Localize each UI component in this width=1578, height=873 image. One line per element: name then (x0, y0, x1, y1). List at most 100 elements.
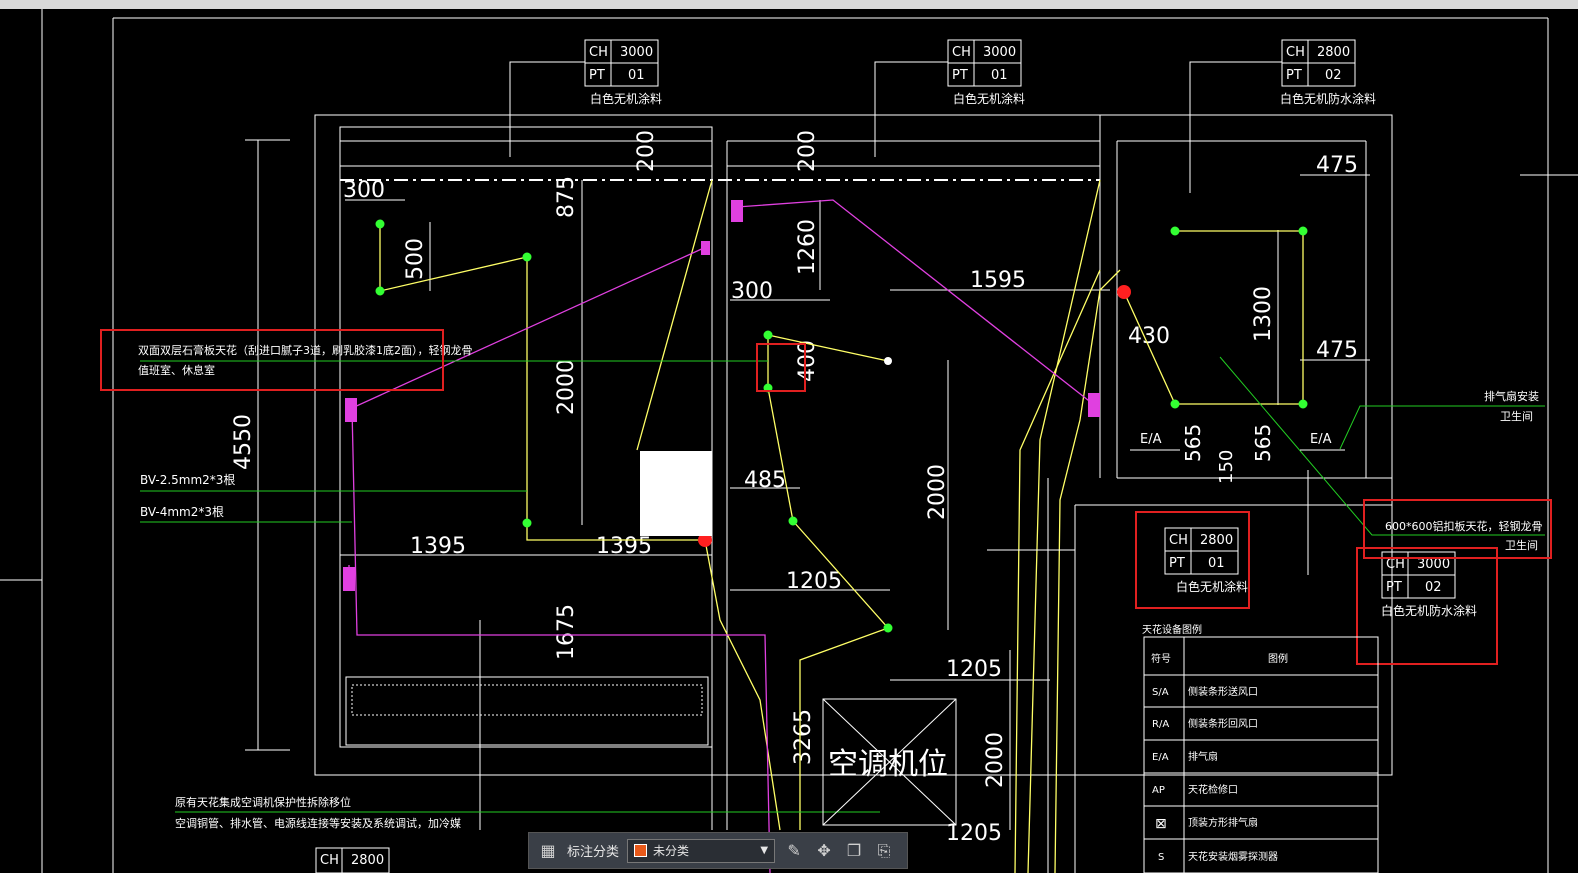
svg-text:符号: 符号 (1151, 652, 1171, 665)
alu-note-2: 卫生间 (1505, 538, 1538, 552)
svg-text:S: S (1158, 852, 1164, 863)
svg-text:白色无机涂料: 白色无机涂料 (1176, 579, 1248, 594)
ac-label: 空调机位 (828, 747, 948, 782)
dim-2000-a: 2000 (554, 359, 579, 415)
svg-text:⊠: ⊠ (1155, 816, 1167, 832)
svg-text:01: 01 (628, 68, 645, 83)
svg-text:白色无机防水涂料: 白色无机防水涂料 (1381, 603, 1477, 618)
dim-1595: 1595 (970, 268, 1026, 293)
svg-text:图例: 图例 (1268, 652, 1288, 665)
light-fixtures (343, 200, 1100, 591)
svg-text:R/A: R/A (1152, 719, 1169, 730)
legend-table: 天花设备图例 符号 图例 S/A 侧装条形送风口 R/A 侧装条形回风口 E/A… (1142, 623, 1379, 873)
svg-text:CH: CH (1286, 45, 1305, 60)
svg-text:01: 01 (991, 68, 1008, 83)
cad-drawing-canvas[interactable]: 300 500 875 200 200 1260 300 400 2000 45… (0, 9, 1578, 873)
annotation-toolbar: ▦ 标注分类 未分类 ▼ ✎ ✥ ❐ ⎘ (528, 832, 908, 869)
tag-5: CH 3000 PT 02 白色无机防水涂料 (1381, 551, 1477, 618)
svg-text:白色无机涂料: 白色无机涂料 (590, 91, 662, 106)
svg-text:2800: 2800 (1200, 533, 1233, 548)
tag-6: CH 2800 (315, 847, 390, 873)
dim-2000-c: 2000 (983, 732, 1008, 788)
dim-1205-a: 1205 (786, 569, 842, 594)
svg-text:白色无机防水涂料: 白色无机防水涂料 (1280, 91, 1376, 106)
category-selected: 未分类 (653, 844, 690, 858)
fan-note-1: 排气扇安装 (1484, 389, 1539, 403)
svg-text:PT: PT (589, 68, 605, 83)
paste-icon[interactable]: ⎘ (873, 840, 895, 862)
dim-1395-b: 1395 (596, 534, 652, 559)
svg-text:01: 01 (1208, 556, 1225, 571)
toolbar-label: 标注分类 (567, 845, 620, 860)
dim-200-a: 200 (634, 130, 659, 172)
bottom-note-2: 空调铜管、排水管、电源线连接等安装及系统调试，加冷媒 (175, 816, 461, 830)
white-block (640, 451, 712, 536)
dim-1395-a: 1395 (410, 534, 466, 559)
svg-text:PT: PT (1169, 556, 1185, 571)
alu-note-1: 600*600铝扣板天花，轻钢龙骨 (1385, 519, 1543, 533)
svg-text:天花安装烟雾探测器: 天花安装烟雾探测器 (1188, 850, 1278, 863)
dim-300-a: 300 (343, 178, 385, 203)
dim-485: 485 (744, 468, 786, 493)
dim-300-b: 300 (731, 279, 773, 304)
svg-text:2800: 2800 (1317, 45, 1350, 60)
svg-text:侧装条形回风口: 侧装条形回风口 (1188, 717, 1258, 730)
ea-label-2: E/A (1310, 432, 1332, 447)
svg-text:3000: 3000 (983, 45, 1016, 60)
dim-565-a: 565 (1181, 424, 1205, 462)
dim-3265: 3265 (791, 709, 816, 765)
arrow-leaders (509, 61, 1309, 575)
svg-text:3000: 3000 (620, 45, 653, 60)
edit-icon[interactable]: ✎ (783, 840, 805, 862)
dim-150: 150 (1216, 450, 1237, 484)
annotation-box-ceiling[interactable] (100, 329, 444, 391)
dim-475-b: 475 (1316, 338, 1358, 363)
copy-icon[interactable]: ❐ (843, 840, 865, 862)
dim-475-a: 475 (1316, 153, 1358, 178)
svg-text:侧装条形送风口: 侧装条形送风口 (1188, 685, 1258, 698)
dim-4550: 4550 (231, 414, 256, 470)
move-icon[interactable]: ✥ (813, 840, 835, 862)
ceiling-note-line-1: 双面双层石膏板天花（刮进口腻子3道，刷乳胶漆1底2面），轻钢龙骨 (138, 343, 473, 357)
wire-note-2: BV-4mm2*3根 (140, 505, 224, 519)
grid-icon[interactable]: ▦ (537, 840, 559, 862)
legend-title: 天花设备图例 (1142, 623, 1202, 636)
tag-1: CH 3000 PT 01 白色无机涂料 (584, 39, 662, 106)
top-chrome-bar (0, 0, 1578, 9)
svg-text:AP: AP (1152, 785, 1165, 796)
svg-text:02: 02 (1325, 68, 1342, 83)
svg-text:E/A: E/A (1152, 752, 1169, 763)
svg-text:CH: CH (589, 45, 608, 60)
svg-text:CH: CH (952, 45, 971, 60)
air-grille (345, 676, 709, 746)
dim-1205-b: 1205 (946, 657, 1002, 682)
ceiling-note-line-2: 值班室、休息室 (138, 363, 215, 377)
dim-1260: 1260 (795, 219, 820, 275)
dim-200-b: 200 (795, 130, 820, 172)
category-color-swatch (634, 844, 648, 857)
wire-note-1: BV-2.5mm2*3根 (140, 473, 235, 487)
dim-875: 875 (554, 176, 579, 218)
tag-3: CH 2800 PT 02 白色无机防水涂料 (1280, 39, 1376, 106)
right-title-block-strip (1548, 9, 1578, 873)
svg-text:PT: PT (1286, 68, 1302, 83)
svg-text:02: 02 (1425, 580, 1442, 595)
dim-430: 430 (1128, 324, 1170, 349)
svg-text:CH: CH (1169, 533, 1188, 548)
bottom-note-1: 原有天花集成空调机保护性拆除移位 (175, 795, 351, 809)
dim-2000-b: 2000 (925, 464, 950, 520)
fan-note-2: 卫生间 (1500, 409, 1533, 423)
svg-text:S/A: S/A (1152, 687, 1169, 698)
dim-1300: 1300 (1251, 286, 1276, 342)
tag-4: CH 2800 PT 01 白色无机涂料 (1164, 527, 1248, 594)
svg-text:PT: PT (952, 68, 968, 83)
dim-565-b: 565 (1251, 424, 1275, 462)
category-select[interactable]: 未分类 ▼ (627, 838, 776, 863)
svg-text:排气扇: 排气扇 (1188, 750, 1218, 763)
ea-labels: E/A E/A (1140, 432, 1332, 447)
red-annotation-boxes[interactable] (100, 329, 1552, 665)
ac-unit: 空调机位 (822, 698, 957, 826)
dim-400: 400 (795, 340, 820, 382)
svg-text:天花检修口: 天花检修口 (1188, 783, 1238, 796)
red-marker[interactable] (1117, 285, 1131, 299)
